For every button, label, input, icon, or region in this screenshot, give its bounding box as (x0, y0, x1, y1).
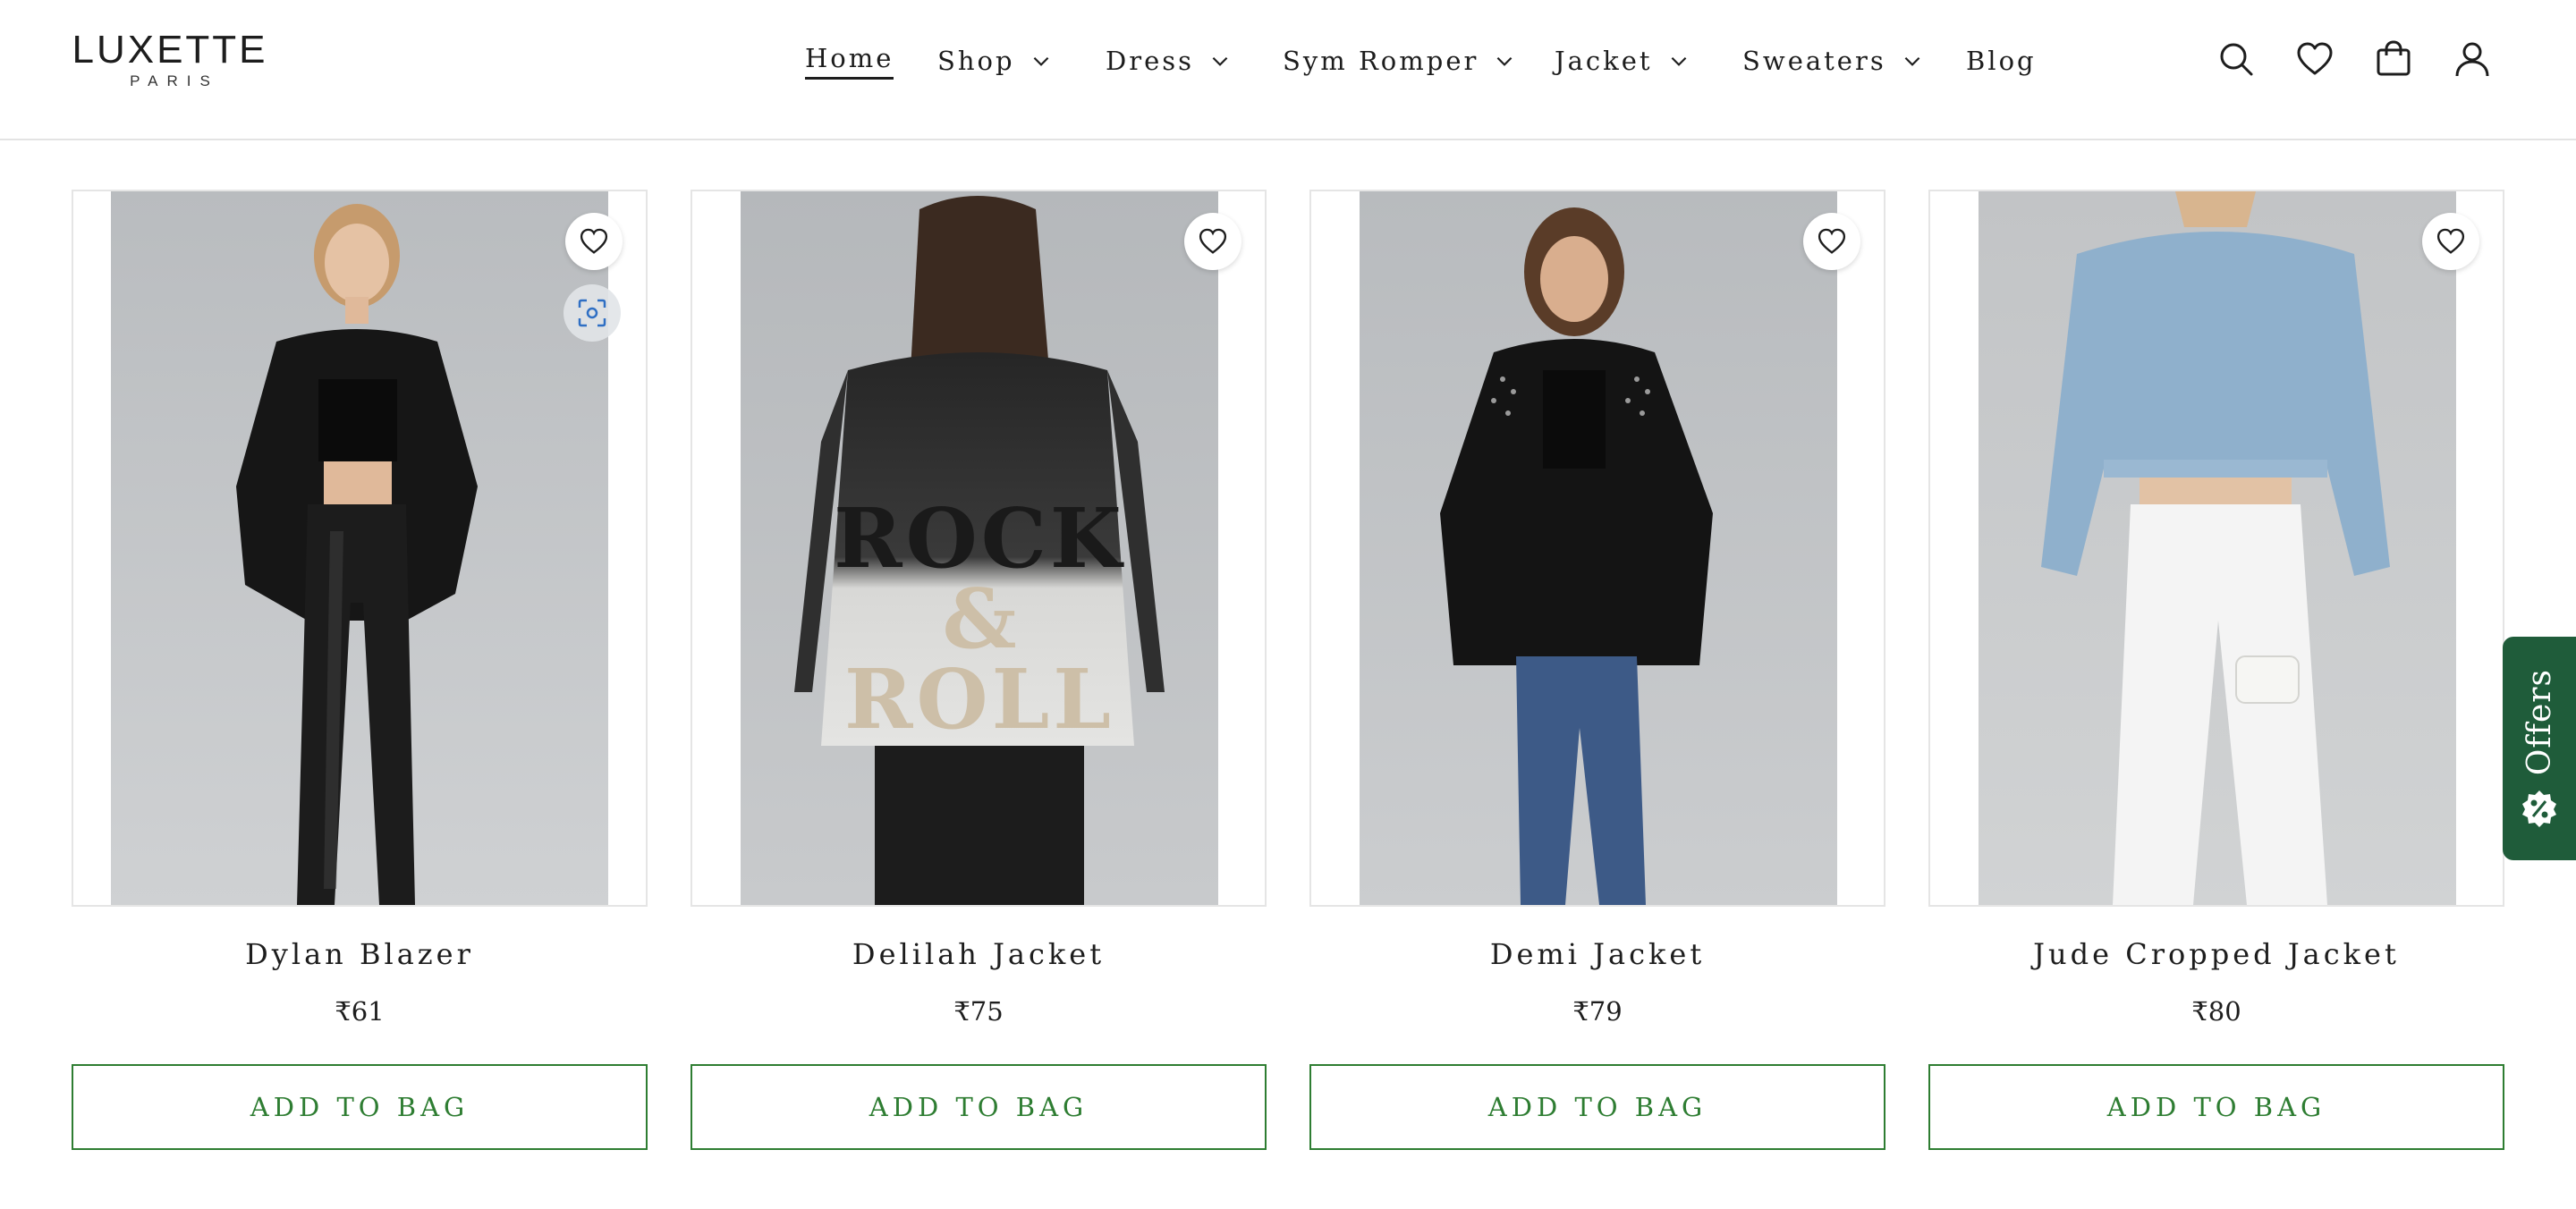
chevron-down-icon (1033, 56, 1048, 66)
nav-sweaters[interactable]: Sweaters (1742, 41, 1924, 80)
heart-icon (1199, 228, 1227, 254)
nav-blog-label: Blog (1966, 46, 2037, 76)
product-price: ₹79 (1572, 996, 1623, 1027)
lens-scan-icon (578, 299, 606, 327)
product-image[interactable] (1928, 190, 2504, 907)
offers-label: Offers (2521, 669, 2558, 776)
add-to-bag-button[interactable]: ADD TO BAG (72, 1064, 648, 1150)
product-photo: ROCK & ROLL (741, 191, 1218, 905)
product-title[interactable]: Jude Cropped Jacket (1928, 937, 2504, 971)
chevron-down-icon (1671, 56, 1686, 66)
logo-brand: LUXETTE (72, 28, 268, 72)
chevron-down-icon (1212, 56, 1228, 66)
logo-subtitle: PARIS (130, 72, 219, 89)
add-to-bag-button[interactable]: ADD TO BAG (1928, 1064, 2504, 1150)
nav-sym-romper-label: Sym Romper (1283, 46, 1479, 76)
site-header: LUXETTE PARIS Home Shop Dress Sym Romper… (0, 0, 2576, 140)
nav-blog[interactable]: Blog (1966, 41, 2037, 80)
nav-sym-romper[interactable]: Sym Romper (1283, 41, 1516, 80)
bag-icon[interactable] (2374, 39, 2413, 79)
nav-home-label: Home (805, 43, 894, 80)
nav-dress[interactable]: Dress (1106, 41, 1232, 80)
heart-icon (1818, 228, 1846, 254)
add-to-bag-button[interactable]: ADD TO BAG (691, 1064, 1267, 1150)
search-icon[interactable] (2216, 39, 2256, 79)
wishlist-button[interactable] (1184, 213, 1241, 270)
nav-shop[interactable]: Shop (937, 41, 1053, 80)
product-image[interactable] (72, 190, 648, 907)
heart-icon (2436, 228, 2465, 254)
visual-search-button[interactable] (564, 284, 621, 342)
wishlist-button[interactable] (1803, 213, 1860, 270)
heart-icon[interactable] (2295, 39, 2334, 79)
shirt-print-roll: ROLL (844, 651, 1114, 748)
add-to-bag-button[interactable]: ADD TO BAG (1309, 1064, 1885, 1150)
product-title[interactable]: Delilah Jacket (691, 937, 1267, 971)
nav-sweaters-label: Sweaters (1742, 46, 1886, 76)
product-title[interactable]: Dylan Blazer (72, 937, 648, 971)
heart-icon (580, 228, 608, 254)
nav-shop-label: Shop (937, 46, 1015, 76)
nav-jacket[interactable]: Jacket (1555, 41, 1690, 80)
chevron-down-icon (1497, 56, 1513, 66)
product-image[interactable]: ROCK & ROLL (691, 190, 1267, 907)
product-title[interactable]: Demi Jacket (1309, 937, 1885, 971)
nav-dress-label: Dress (1106, 46, 1195, 76)
product-price: ₹61 (335, 996, 385, 1027)
chevron-down-icon (1904, 56, 1920, 66)
product-price: ₹75 (953, 996, 1004, 1027)
product-price: ₹80 (2191, 996, 2241, 1027)
product-photo (111, 191, 608, 905)
offers-tab[interactable]: Offers (2503, 637, 2576, 860)
nav-jacket-label: Jacket (1555, 46, 1653, 76)
brand-logo[interactable]: LUXETTE PARIS (70, 28, 270, 90)
user-icon[interactable] (2453, 39, 2492, 79)
wishlist-button[interactable] (2422, 213, 2479, 270)
discount-badge-icon (2522, 790, 2556, 827)
nav-home[interactable]: Home (805, 41, 894, 80)
product-photo (1360, 191, 1837, 905)
product-photo (1979, 191, 2456, 905)
wishlist-button[interactable] (565, 213, 623, 270)
product-image[interactable] (1309, 190, 1885, 907)
